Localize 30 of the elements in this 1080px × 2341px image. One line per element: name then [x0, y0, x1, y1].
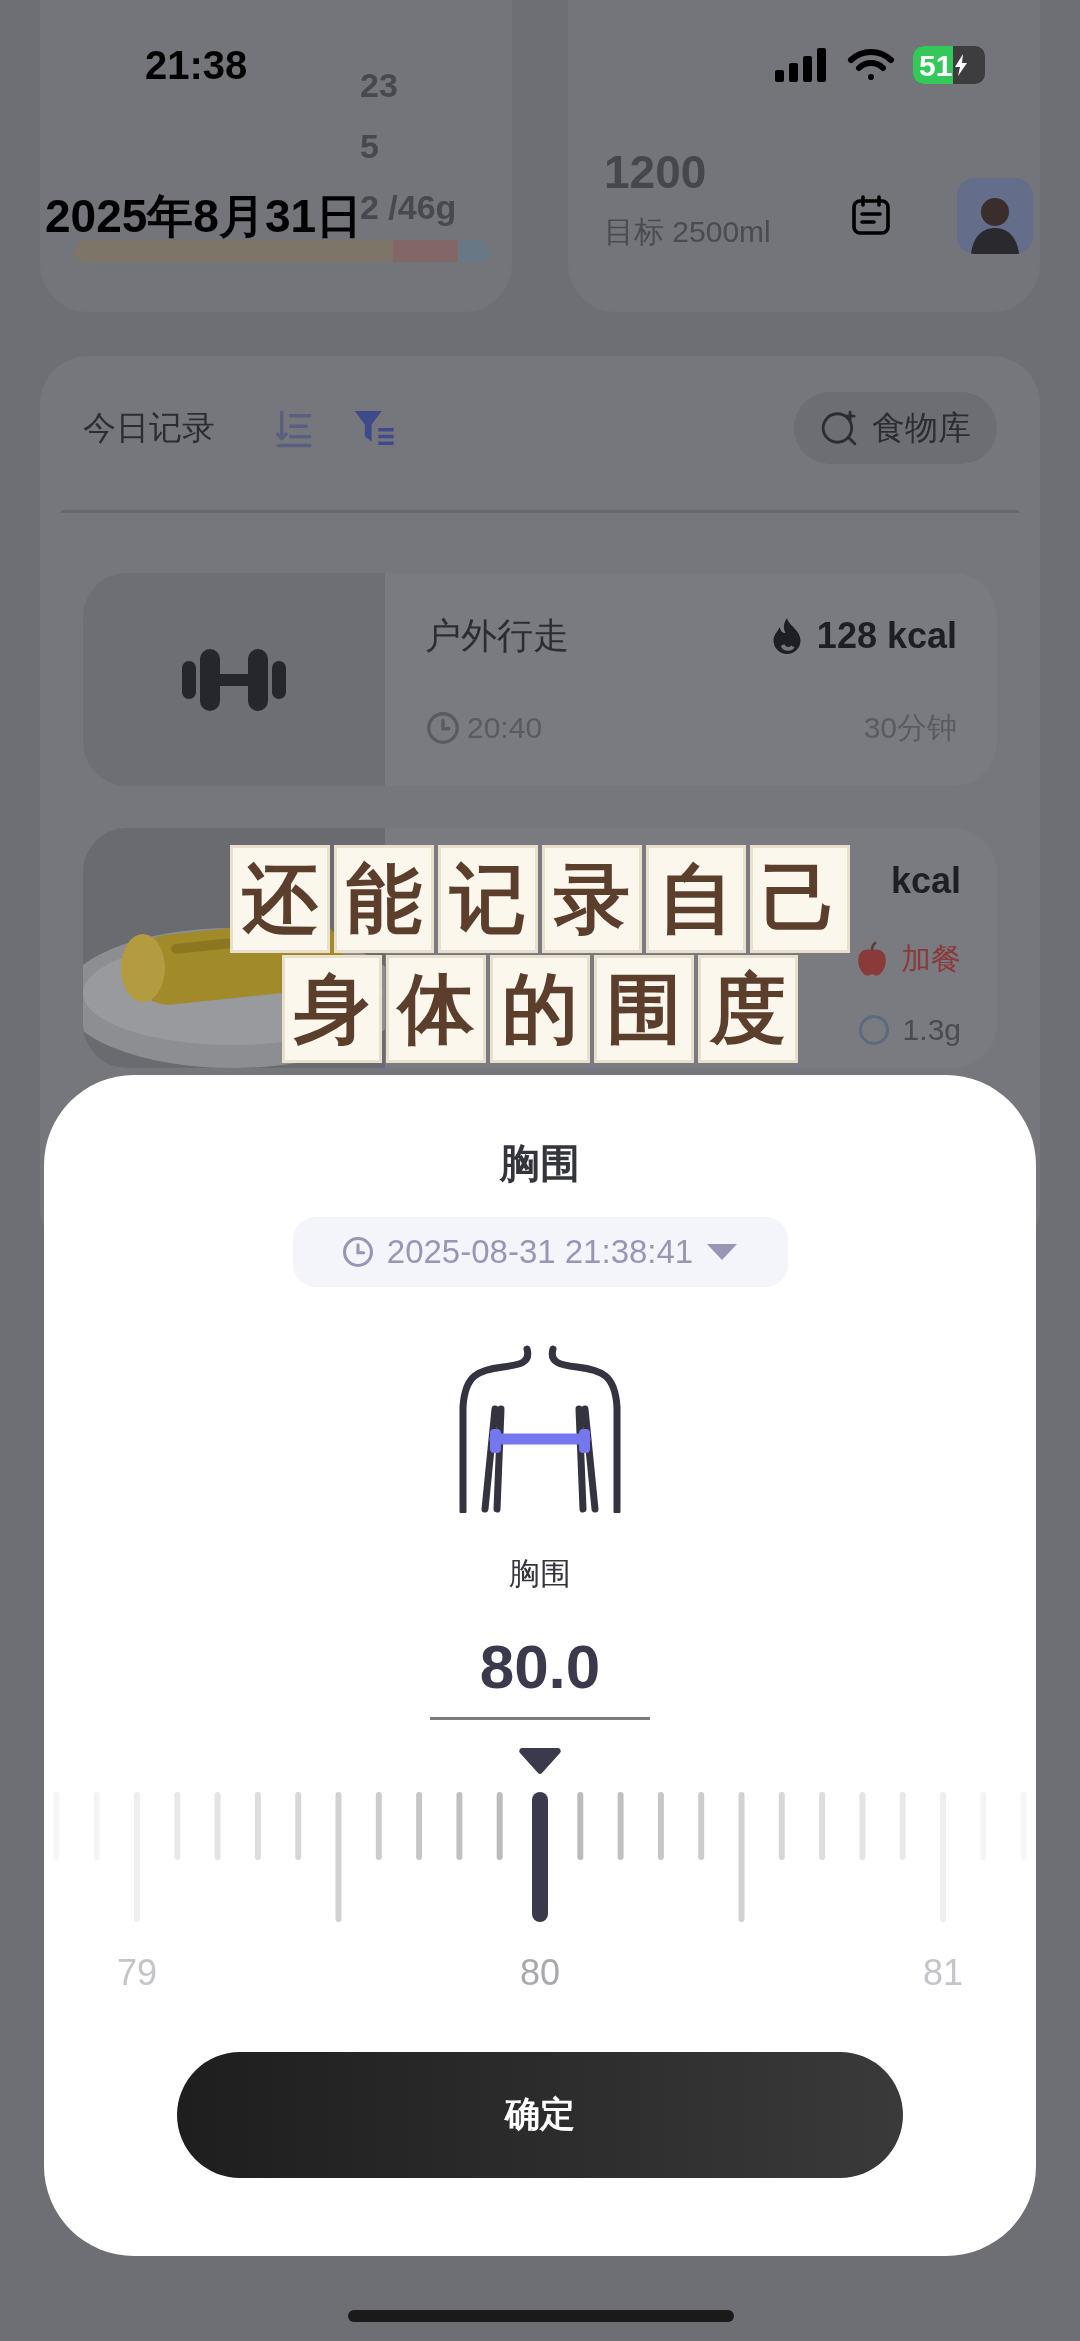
caption-line: 身体的围度 — [282, 955, 798, 1063]
food-calories: kcal — [890, 859, 961, 903]
exercise-calories: 128 kcal — [816, 614, 957, 658]
food-library-button[interactable]: 食物库 — [794, 392, 997, 464]
status-time: 21:38 — [145, 42, 248, 89]
records-title: 今日记录 — [83, 408, 216, 449]
scale-label: 79 — [115, 1950, 158, 1995]
nutrient-icon — [858, 1014, 889, 1045]
dropdown-caret-icon — [705, 1242, 740, 1262]
datetime-picker[interactable]: 2025-08-31 21:38:41 — [292, 1217, 788, 1287]
battery-indicator: 51 — [913, 46, 985, 84]
clock-icon — [425, 709, 461, 746]
scale-label: 81 — [921, 1950, 964, 1995]
signal-icon — [775, 48, 829, 82]
avatar[interactable] — [957, 178, 1033, 254]
dumbbell-icon — [182, 648, 286, 711]
exercise-name: 户外行走 — [425, 614, 569, 658]
confirm-button[interactable]: 确定 — [177, 2051, 903, 2178]
scale-label: 80 — [518, 1950, 561, 1995]
clock-icon — [340, 1235, 375, 1269]
measure-label: 胸围 — [509, 1555, 571, 1593]
sheet-title: 胸围 — [500, 1140, 580, 1187]
meal-tag: 加餐 — [901, 936, 961, 981]
apple-icon — [855, 940, 889, 977]
search-icon — [820, 409, 858, 447]
date-title: 2025年8月31日 — [45, 188, 363, 244]
caption-line: 还能记录自己 — [230, 845, 850, 953]
wifi-icon — [847, 48, 895, 82]
value-display[interactable]: 80.0 — [430, 1619, 650, 1720]
pointer-icon — [518, 1745, 562, 1776]
